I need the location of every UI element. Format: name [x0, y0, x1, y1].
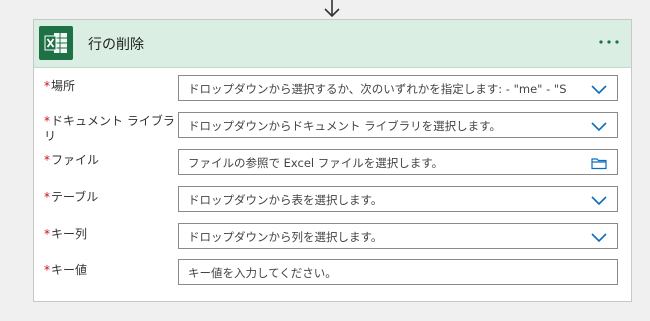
delete-row-action-card: 行の削除 *場所 ドロップダウンから選択するか、次のいずれかを指定します: - …	[33, 19, 632, 302]
file-picker-field[interactable]: ファイルの参照で Excel ファイルを選択します。	[178, 149, 618, 175]
document-library-dropdown[interactable]: ドロップダウンからドキュメント ライブラリを選択します。	[178, 112, 618, 138]
field-placeholder: キー値を入力してください。	[188, 266, 337, 280]
excel-icon	[39, 26, 73, 60]
field-label: *キー値	[44, 263, 88, 277]
location-dropdown[interactable]: ドロップダウンから選択するか、次のいずれかを指定します: - "me" - "S	[178, 75, 618, 101]
field-placeholder: ドロップダウンから列を選択します。	[188, 230, 383, 244]
field-placeholder: ドロップダウンから表を選択します。	[188, 193, 383, 207]
action-title: 行の削除	[88, 37, 144, 53]
folder-icon[interactable]	[591, 156, 607, 170]
field-placeholder: ファイルの参照で Excel ファイルを選択します。	[188, 156, 444, 170]
action-header[interactable]: 行の削除	[34, 20, 631, 68]
table-dropdown[interactable]: ドロップダウンから表を選択します。	[178, 186, 618, 212]
field-label: *場所	[44, 79, 76, 93]
field-label: *ファイル	[44, 153, 100, 167]
field-label: *ドキュメント ライブラリ	[44, 114, 175, 143]
key-column-dropdown[interactable]: ドロップダウンから列を選択します。	[178, 223, 618, 249]
key-value-input[interactable]: キー値を入力してください。	[178, 259, 618, 285]
ellipsis-icon[interactable]	[597, 30, 621, 54]
flow-arrow-down-icon	[324, 0, 340, 18]
chevron-down-icon[interactable]	[591, 193, 607, 207]
field-label: *テーブル	[44, 190, 99, 204]
field-label: *キー列	[44, 227, 88, 241]
chevron-down-icon[interactable]	[591, 82, 607, 96]
field-placeholder: ドロップダウンから選択するか、次のいずれかを指定します: - "me" - "S	[188, 82, 567, 96]
field-placeholder: ドロップダウンからドキュメント ライブラリを選択します。	[188, 119, 502, 133]
chevron-down-icon[interactable]	[591, 230, 607, 244]
chevron-down-icon[interactable]	[591, 119, 607, 133]
